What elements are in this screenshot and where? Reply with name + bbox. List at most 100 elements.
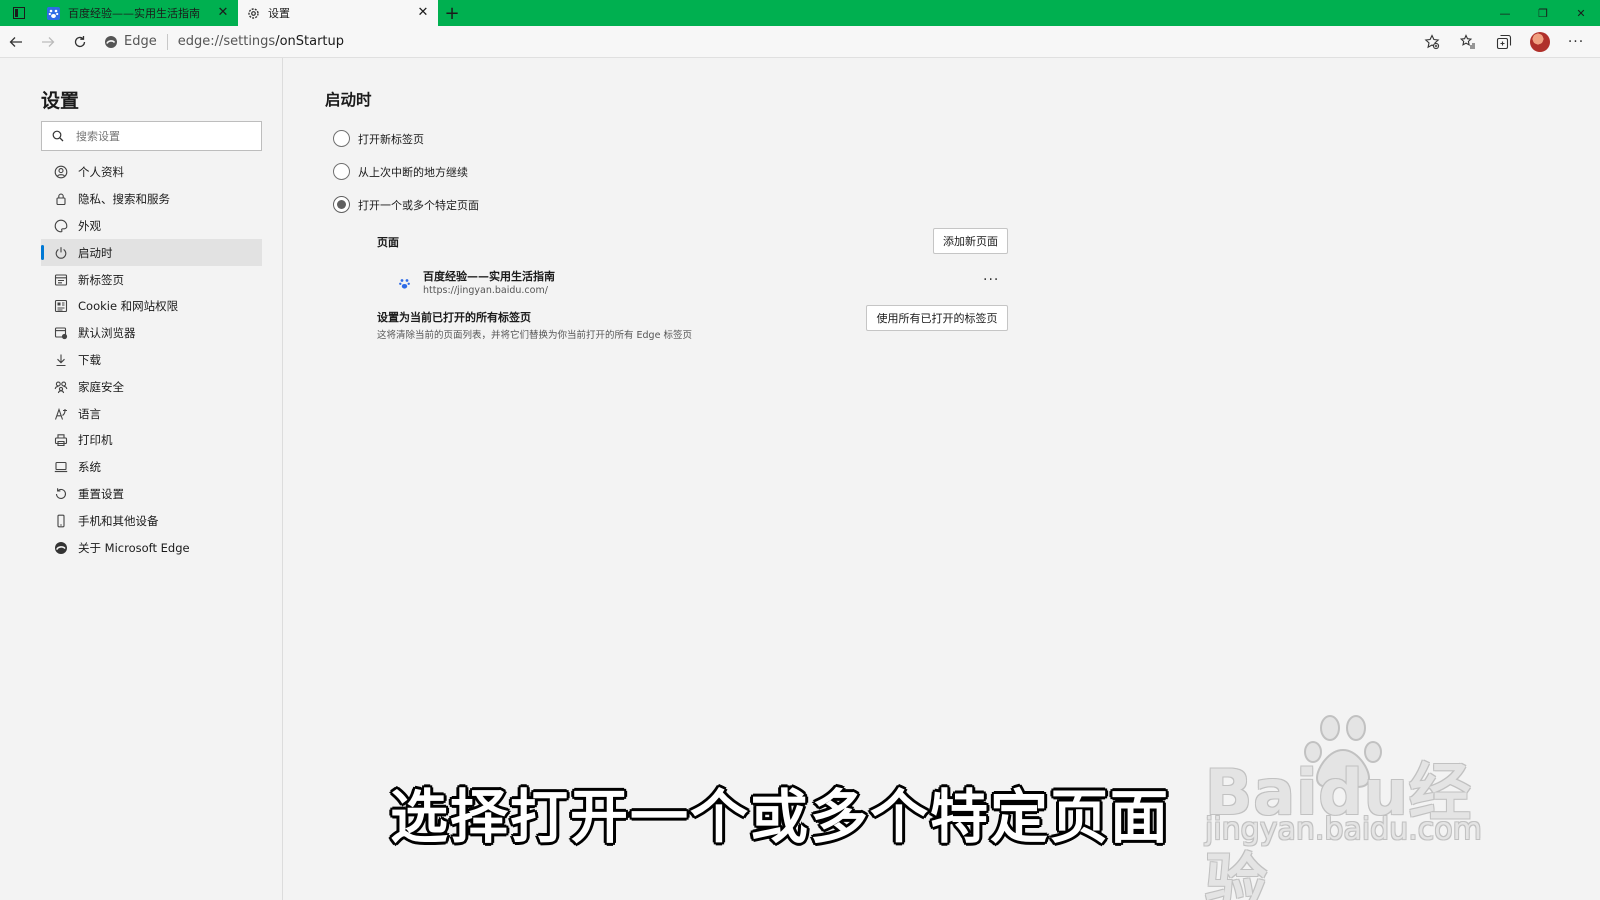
family-icon (53, 379, 69, 395)
sidebar-item-label: 打印机 (78, 433, 113, 448)
sidebar-item-cookies[interactable]: Cookie 和网站权限 (41, 293, 262, 320)
option-new-tab[interactable]: 打开新标签页 (333, 130, 424, 147)
edge-icon (105, 35, 117, 48)
sidebar-item-label: 下载 (78, 352, 101, 367)
set-current-tabs-section: 设置为当前已打开的所有标签页 这将清除当前的页面列表，并将它们替换为你当前打开的… (377, 310, 692, 343)
sidebar-item-languages[interactable]: 语言 (41, 400, 262, 427)
restore-button[interactable]: ❐ (1524, 0, 1562, 26)
address-toolbar: Edge edge://settings/onStartup ··· (0, 26, 1600, 58)
profile-button[interactable] (1522, 28, 1558, 56)
url-text: edge://settings/onStartup (168, 34, 344, 49)
sidebar-item-profile[interactable]: 个人资料 (41, 159, 262, 186)
baidu-paw-icon (46, 6, 60, 20)
close-window-button[interactable]: ✕ (1562, 0, 1600, 26)
close-icon[interactable]: ✕ (416, 6, 430, 20)
printer-icon (53, 432, 69, 448)
close-icon[interactable]: ✕ (216, 6, 230, 20)
sidebar-item-label: 关于 Microsoft Edge (78, 540, 190, 555)
cookie-icon (53, 298, 69, 314)
sidebar-title: 设置 (41, 90, 80, 112)
url-host: edge://settings (177, 34, 276, 49)
sidebar-item-startup[interactable]: 启动时 (41, 239, 262, 267)
site-info-chip[interactable]: Edge (104, 33, 168, 50)
new-tab-button[interactable]: + (438, 0, 466, 26)
radio-button[interactable] (333, 130, 350, 147)
sidebar-item-appearance[interactable]: 外观 (41, 213, 262, 240)
collections-icon (1496, 34, 1512, 49)
sidebar-item-privacy[interactable]: 隐私、搜索和服务 (41, 186, 262, 213)
tab-settings[interactable]: 设置 ✕ (238, 0, 438, 26)
star-add-icon (1424, 33, 1440, 49)
more-menu-button[interactable]: ··· (1558, 28, 1594, 56)
option-specific-pages[interactable]: 打开一个或多个特定页面 (333, 196, 479, 213)
caption-text: 选择打开一个或多个特定页面 (390, 783, 1171, 851)
title-bar: 百度经验——实用生活指南 ✕ 设置 ✕ + — ❐ ✕ (0, 0, 1600, 26)
site-url: https://jingyan.baidu.com/ (423, 284, 548, 296)
watermark-url: jingyan.baidu.com (1205, 812, 1482, 847)
phone-icon (53, 513, 69, 529)
sidebar-item-label: 默认浏览器 (78, 326, 136, 341)
add-page-button[interactable]: 添加新页面 (933, 228, 1008, 254)
more-options-button[interactable]: ··· (983, 272, 999, 288)
use-open-tabs-button[interactable]: 使用所有已打开的标签页 (866, 305, 1008, 331)
tab-baidu[interactable]: 百度经验——实用生活指南 ✕ (38, 0, 238, 26)
settings-sidebar: 设置 搜索设置 个人资料 隐私、搜索和服务 外观 启动时 新标签页 Cookie… (0, 58, 283, 900)
avatar (1530, 31, 1550, 52)
system-icon (53, 459, 69, 475)
profile-icon (53, 164, 69, 180)
window-controls: — ❐ ✕ (1486, 0, 1600, 26)
search-icon (52, 130, 64, 142)
ellipsis-icon: ··· (1567, 33, 1585, 50)
sidebar-item-downloads[interactable]: 下载 (41, 347, 262, 374)
pages-heading: 页面 (377, 236, 399, 249)
favorites-button[interactable] (1450, 28, 1486, 56)
minimize-button[interactable]: — (1486, 0, 1524, 26)
gear-icon (246, 6, 260, 20)
sidebar-item-printers[interactable]: 打印机 (41, 427, 262, 454)
sidebar-item-system[interactable]: 系统 (41, 454, 262, 481)
option-continue[interactable]: 从上次中断的地方继续 (333, 163, 468, 180)
sidebar-item-label: 个人资料 (78, 165, 124, 180)
sidebar-item-new-tab[interactable]: 新标签页 (41, 266, 262, 293)
radio-button-checked[interactable] (333, 196, 350, 213)
sidebar-item-family[interactable]: 家庭安全 (41, 373, 262, 400)
sidebar-item-default-browser[interactable]: 默认浏览器 (41, 320, 262, 347)
forward-button[interactable] (32, 28, 64, 56)
back-button[interactable] (0, 28, 32, 56)
tab-title: 设置 (268, 7, 290, 20)
settings-menu: 个人资料 隐私、搜索和服务 外观 启动时 新标签页 Cookie 和网站权限 默… (41, 159, 262, 561)
language-icon (53, 406, 69, 422)
refresh-button[interactable] (64, 28, 96, 56)
appearance-icon (53, 218, 69, 234)
sidebar-item-reset[interactable]: 重置设置 (41, 481, 262, 508)
tab-title: 百度经验——实用生活指南 (68, 7, 200, 20)
add-favorite-button[interactable] (1414, 28, 1450, 56)
tab-actions-icon (13, 7, 25, 19)
set-current-title: 设置为当前已打开的所有标签页 (377, 311, 531, 324)
search-input[interactable]: 搜索设置 (41, 121, 262, 151)
option-label: 从上次中断的地方继续 (358, 165, 468, 179)
sidebar-item-phone[interactable]: 手机和其他设备 (41, 507, 262, 534)
sidebar-item-label: 新标签页 (78, 272, 124, 287)
tab-actions-button[interactable] (0, 0, 38, 26)
search-placeholder: 搜索设置 (76, 130, 120, 143)
sidebar-item-about[interactable]: 关于 Microsoft Edge (41, 534, 262, 561)
option-label: 打开新标签页 (358, 132, 424, 146)
startup-page-entry: 百度经验——实用生活指南 https://jingyan.baidu.com/ (397, 268, 997, 298)
edge-icon (53, 540, 69, 556)
site-chip-label: Edge (124, 34, 157, 49)
radio-button[interactable] (333, 163, 350, 180)
collections-button[interactable] (1486, 28, 1522, 56)
sidebar-item-label: 启动时 (78, 245, 113, 260)
forward-arrow-icon (42, 36, 55, 47)
address-bar[interactable]: Edge edge://settings/onStartup (104, 29, 1414, 55)
reset-icon (53, 486, 69, 502)
set-current-description: 这将清除当前的页面列表，并将它们替换为你当前打开的所有 Edge 标签页 (377, 330, 692, 341)
back-arrow-icon (9, 36, 22, 47)
sidebar-item-label: 重置设置 (78, 486, 124, 501)
sidebar-item-label: 隐私、搜索和服务 (78, 192, 170, 207)
page-title: 启动时 (325, 91, 372, 109)
site-title: 百度经验——实用生活指南 (423, 269, 555, 283)
option-label: 打开一个或多个特定页面 (358, 198, 479, 212)
url-path: /onStartup (275, 34, 345, 49)
